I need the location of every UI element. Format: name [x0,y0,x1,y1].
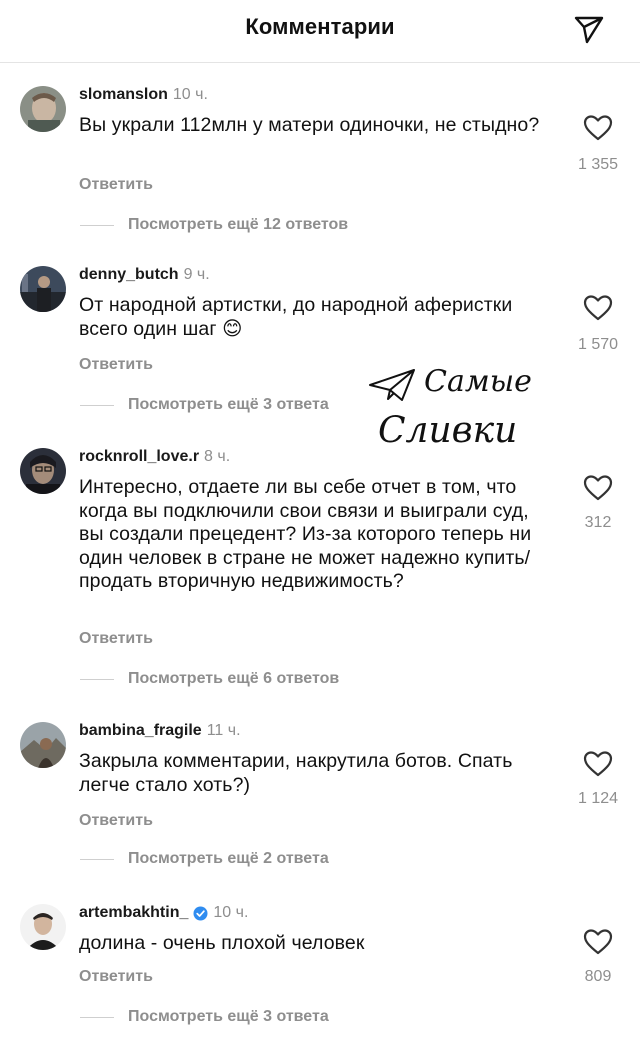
view-replies-button[interactable]: Посмотреть ещё 3 ответа [80,396,329,414]
timestamp: 8 ч. [204,448,231,465]
timestamp: 9 ч. [183,266,210,283]
like-count: 809 [584,968,612,985]
username[interactable]: bambina_fragile [79,722,202,740]
reply-button[interactable]: Ответить [79,968,153,986]
like-count: 1 570 [577,336,619,353]
reply-button[interactable]: Ответить [79,356,153,374]
username[interactable]: artembakhtin_ [79,904,188,922]
divider [80,1016,114,1018]
send-icon[interactable] [572,12,606,46]
watermark: Самые Сливки [366,360,536,460]
divider [80,858,114,860]
like-count: 312 [584,514,612,531]
comment-header: denny_butch 9 ч. [79,266,210,284]
timestamp: 10 ч. [213,904,249,921]
comment-header: rocknroll_love.r 8 ч. [79,448,230,466]
avatar[interactable] [20,722,66,768]
divider [80,404,114,406]
comment-header: bambina_fragile 11 ч. [79,722,241,740]
username[interactable]: denny_butch [79,266,179,284]
verified-badge-icon [193,906,208,921]
timestamp: 10 ч. [172,86,208,103]
header: Комментарии [0,0,640,63]
comment-text: Закрыла комментарии, накрутила ботов. Сп… [79,750,513,796]
like-count: 1 355 [577,156,619,173]
view-replies-label: Посмотреть ещё 3 ответа [128,396,329,413]
reply-button[interactable]: Ответить [79,630,153,648]
view-replies-button[interactable]: Посмотреть ещё 3 ответа [80,1008,329,1026]
view-replies-label: Посмотреть ещё 12 ответов [128,216,349,233]
view-replies-button[interactable]: Посмотреть ещё 12 ответов [80,216,348,234]
heart-icon[interactable] [583,750,613,778]
avatar[interactable] [20,904,66,950]
divider [80,678,114,680]
paper-plane-icon [368,368,416,402]
view-replies-label: Посмотреть ещё 2 ответа [128,850,329,867]
username[interactable]: rocknroll_love.r [79,448,199,466]
page-title: Комментарии [245,14,395,39]
timestamp: 11 ч. [206,722,241,739]
comment-text: долина - очень плохой человек [79,932,365,954]
comment-header: artembakhtin_ 10 ч. [79,904,248,922]
heart-icon[interactable] [583,294,613,322]
reply-button[interactable]: Ответить [79,176,153,194]
watermark-line-1: Самые [424,364,532,399]
view-replies-button[interactable]: Посмотреть ещё 2 ответа [80,850,329,868]
avatar[interactable] [20,266,66,312]
watermark-line-2: Сливки [378,410,518,451]
view-replies-label: Посмотреть ещё 3 ответа [128,1008,329,1025]
comment-text: Интересно, отдаете ли вы себе отчет в то… [79,476,532,592]
heart-icon[interactable] [583,114,613,142]
view-replies-label: Посмотреть ещё 6 ответов [128,670,340,687]
reply-button[interactable]: Ответить [79,812,153,830]
avatar[interactable] [20,448,66,494]
like-count: 1 124 [577,790,619,807]
view-replies-button[interactable]: Посмотреть ещё 6 ответов [80,670,339,688]
username[interactable]: slomanslon [79,86,168,104]
divider [80,224,114,226]
comment-text: Вы украли 112млн у матери одиночки, не с… [79,114,540,136]
heart-icon[interactable] [583,474,613,502]
avatar[interactable] [20,86,66,132]
comment-text: От народной артистки, до народной аферис… [79,294,513,340]
heart-icon[interactable] [583,928,613,956]
comment-header: slomanslon 10 ч. [79,86,208,104]
